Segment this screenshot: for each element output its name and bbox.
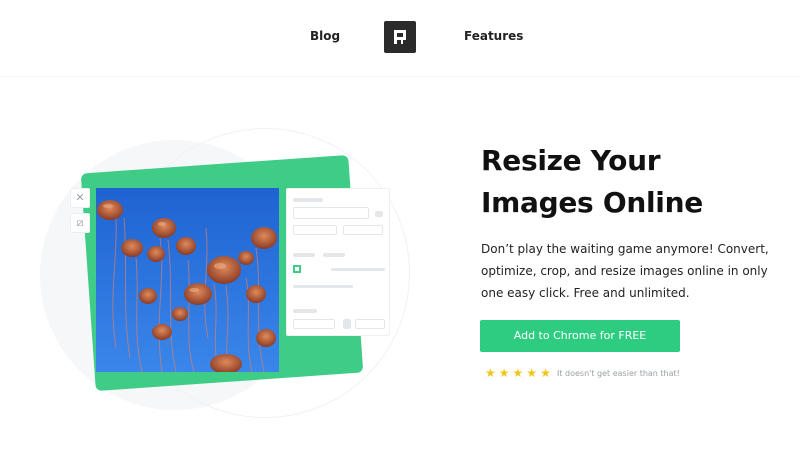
checkbox[interactable]: [293, 265, 301, 273]
add-to-chrome-button[interactable]: Add to Chrome for FREE: [480, 320, 680, 352]
panel-label-4: [293, 309, 317, 313]
r-logo-icon[interactable]: [384, 21, 416, 53]
rating-stars: ★★★★★: [485, 366, 554, 380]
hero-description: Don’t play the waiting game anymore! Con…: [481, 242, 769, 300]
nav-link-features[interactable]: Features: [464, 29, 523, 43]
panel-label-2: [293, 253, 315, 257]
settings-panel: [286, 188, 390, 336]
star-icon: ★: [512, 366, 527, 380]
panel-label: [293, 198, 323, 202]
nav-link-blog[interactable]: Blog: [310, 29, 340, 43]
page-title: Resize Your Images Online: [481, 144, 703, 219]
star-icon: ★: [485, 366, 499, 380]
star-icon: ★: [526, 366, 541, 380]
option-label: [331, 268, 385, 271]
value-field[interactable]: [355, 319, 385, 329]
format-select[interactable]: [293, 207, 369, 219]
star-icon: ★: [498, 366, 513, 380]
info-icon: [375, 211, 383, 217]
width-field[interactable]: [293, 225, 337, 235]
jellyfish-photo: [96, 188, 279, 372]
quality-select[interactable]: [293, 319, 335, 329]
height-field[interactable]: [343, 225, 383, 235]
rating-text: It doesn't get easier than that!: [557, 369, 680, 378]
panel-label-3: [323, 253, 345, 257]
close-icon[interactable]: ✕: [70, 188, 90, 208]
color-swatch[interactable]: [343, 319, 351, 329]
star-icon: ★: [540, 366, 554, 380]
option-label-2: [293, 285, 353, 288]
nav-divider: [0, 76, 800, 77]
top-navigation: Blog Features: [0, 0, 800, 76]
crop-icon[interactable]: ⧄: [70, 213, 90, 233]
